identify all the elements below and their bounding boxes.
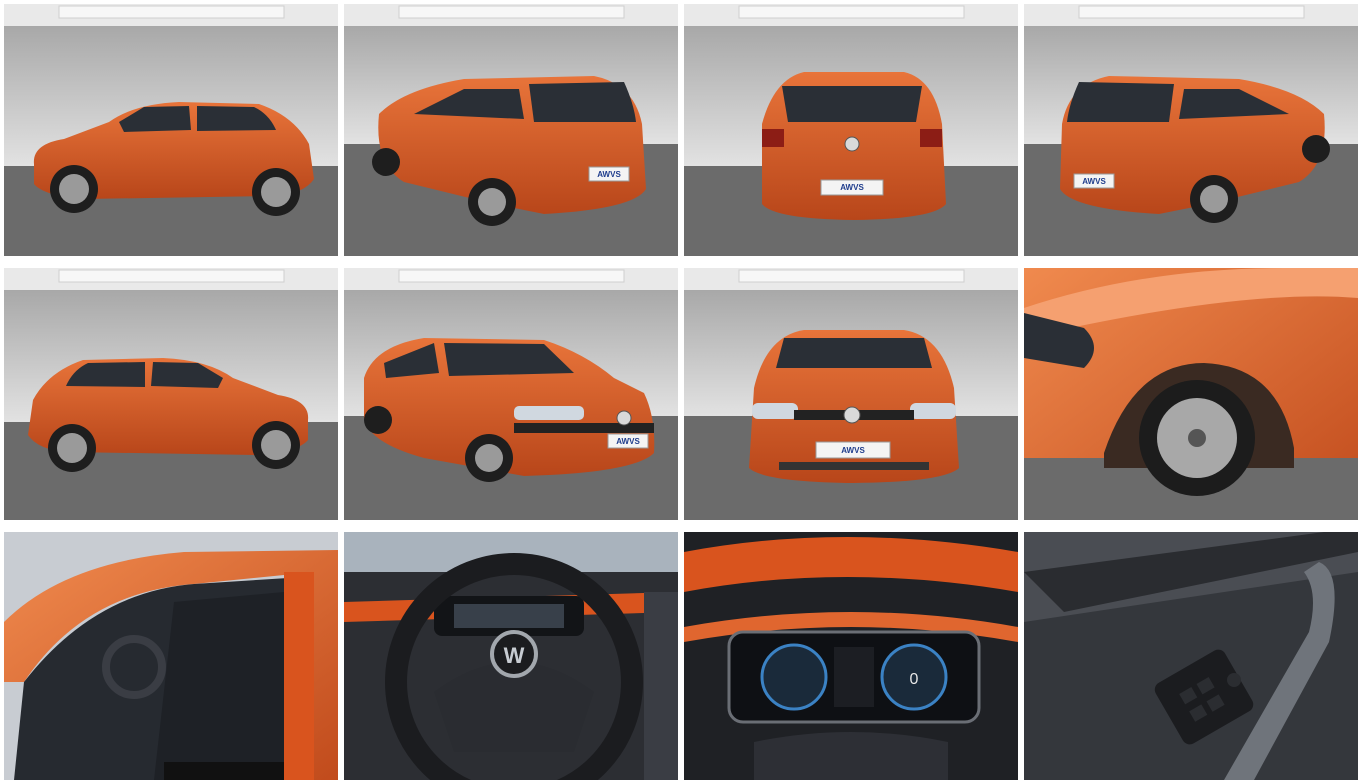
interior-driver-door-image xyxy=(4,532,338,780)
wheel-detail-image xyxy=(1024,268,1358,520)
photo-interior-driver-door[interactable] xyxy=(4,532,338,780)
photo-front[interactable]: AWVS xyxy=(684,268,1018,520)
steering-wheel-image: W xyxy=(344,532,678,780)
car-front-image: AWVS xyxy=(684,268,1018,520)
door-panel-image xyxy=(1024,532,1358,780)
car-side-left-image xyxy=(4,4,338,256)
photo-side-right[interactable] xyxy=(4,268,338,520)
svg-text:W: W xyxy=(504,643,525,668)
instrument-cluster-image: 0 xyxy=(684,532,1018,780)
car-rear-right-image: AWVS xyxy=(1024,4,1358,256)
license-plate: AWVS xyxy=(840,183,864,192)
license-plate: AWVS xyxy=(597,170,621,179)
car-rear-image: AWVS xyxy=(684,4,1018,256)
photo-steering-wheel[interactable]: W xyxy=(344,532,678,780)
license-plate: AWVS xyxy=(616,437,640,446)
car-front-three-quarter-image: AWVS xyxy=(344,268,678,520)
photo-instrument-cluster[interactable]: 0 xyxy=(684,532,1018,780)
photo-wheel-detail[interactable] xyxy=(1024,268,1358,520)
photo-front-three-quarter[interactable]: AWVS xyxy=(344,268,678,520)
car-side-right-image xyxy=(4,268,338,520)
photo-side-left[interactable] xyxy=(4,4,338,256)
license-plate: AWVS xyxy=(841,446,865,455)
svg-text:0: 0 xyxy=(910,671,919,688)
photo-rear-three-quarter-right[interactable]: AWVS xyxy=(1024,4,1358,256)
car-rear-left-image: AWVS xyxy=(344,4,678,256)
photo-door-panel-switches[interactable] xyxy=(1024,532,1358,780)
photo-rear[interactable]: AWVS xyxy=(684,4,1018,256)
photo-rear-three-quarter-left[interactable]: AWVS xyxy=(344,4,678,256)
license-plate: AWVS xyxy=(1082,177,1106,186)
photo-gallery: AWVS AWVS AWVS AWVS AWVS W 0 xyxy=(0,0,1365,780)
